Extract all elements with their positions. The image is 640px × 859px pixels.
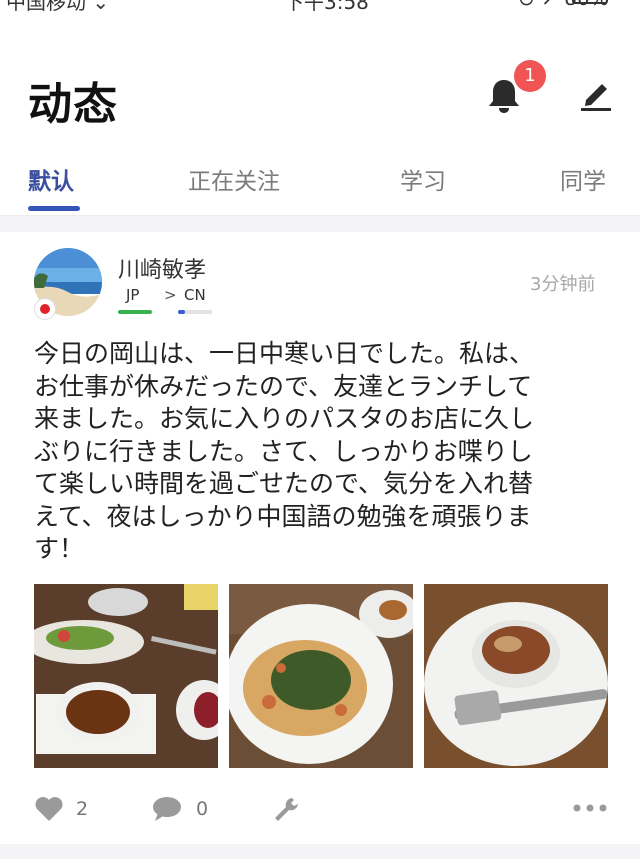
edit-icon[interactable] <box>578 76 614 112</box>
photo-grid <box>34 584 608 768</box>
post-actions: 2 0 <box>0 788 640 828</box>
more-options-icon[interactable] <box>572 798 608 818</box>
heart-icon[interactable] <box>34 796 64 822</box>
native-language: JP <box>126 286 140 304</box>
status-bar: 中国移动 ⌄ 下午3:58 ⊙ ↗ 80% <box>0 0 640 14</box>
comment-icon[interactable] <box>152 796 182 822</box>
learning-language: CN <box>184 286 206 304</box>
comment-count: 0 <box>196 798 209 820</box>
tab-default[interactable]: 默认 <box>28 162 74 196</box>
post-body[interactable]: 今日の岡山は、一日中寒い日でした。私は、 お仕事が休みだったので、友達とランチし… <box>34 338 608 566</box>
tab-classmates[interactable]: 同学 <box>560 162 606 196</box>
native-level-bar <box>118 310 152 314</box>
learning-level-bar <box>178 310 212 314</box>
page-title: 动态 <box>28 79 118 130</box>
section-divider <box>0 216 640 232</box>
post-author[interactable]: 川崎敏孝 <box>118 252 206 284</box>
clock: 下午3:58 <box>284 0 369 14</box>
like-count: 2 <box>76 798 89 820</box>
app-header: 动态 1 <box>0 40 640 150</box>
wrench-icon[interactable] <box>272 796 302 822</box>
japan-flag-icon <box>34 298 56 320</box>
battery-icon <box>572 0 608 4</box>
notification-badge: 1 <box>514 60 546 92</box>
salad-soup-photo[interactable] <box>34 584 218 768</box>
pasta-photo[interactable] <box>229 584 413 768</box>
section-divider <box>0 844 640 859</box>
language-pair: JP > CN <box>118 286 228 316</box>
dessert-photo[interactable] <box>424 584 608 768</box>
post-timestamp: 3分钟前 <box>530 274 596 295</box>
tab-study[interactable]: 学习 <box>400 162 446 196</box>
carrier-label: 中国移动 ⌄ <box>6 0 110 14</box>
active-tab-indicator <box>28 206 80 211</box>
language-arrow: > <box>164 286 177 304</box>
post-card[interactable]: 川崎敏孝 JP > CN 3分钟前 今日の岡山は、一日中寒い日でした。私は、 お… <box>0 232 640 859</box>
tab-following[interactable]: 正在关注 <box>188 162 280 196</box>
tab-bar: 默认 正在关注 学习 同学 <box>0 150 640 216</box>
